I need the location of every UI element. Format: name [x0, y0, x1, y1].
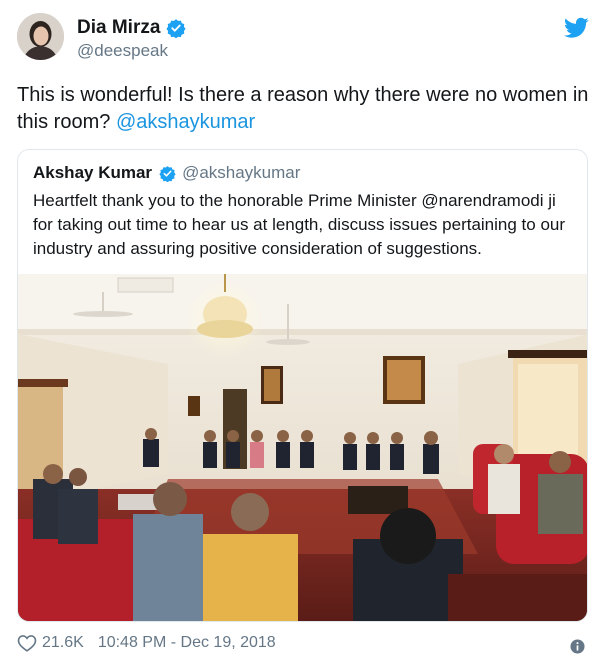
- author-handle[interactable]: @deespeak: [77, 41, 168, 61]
- heart-icon[interactable]: [17, 634, 37, 652]
- avatar-icon: [17, 13, 64, 60]
- verified-badge-icon: [159, 165, 176, 182]
- timestamp[interactable]: 10:48 PM - Dec 19, 2018: [98, 634, 276, 652]
- like-count[interactable]: 21.6K: [42, 634, 84, 652]
- quoted-tweet-card[interactable]: Akshay Kumar @akshaykumar Heartfelt than…: [17, 149, 588, 622]
- avatar[interactable]: [17, 13, 64, 60]
- meeting-room-photo[interactable]: [18, 274, 588, 622]
- tweet-footer: 21.6K 10:48 PM - Dec 19, 2018: [17, 634, 276, 652]
- author-name-row[interactable]: Dia Mirza: [77, 17, 187, 39]
- tweet-body: This is wonderful! Is there a reason why…: [17, 84, 589, 133]
- quoted-text-before: Heartfelt thank you to the honorable Pri…: [33, 191, 417, 210]
- verified-badge-icon: [166, 19, 187, 38]
- quoted-author-name: Akshay Kumar: [33, 163, 153, 182]
- info-icon[interactable]: [570, 639, 585, 654]
- tweet-text: This is wonderful! Is there a reason why…: [17, 82, 592, 136]
- quoted-tweet-text: Heartfelt thank you to the honorable Pri…: [33, 189, 578, 261]
- tweet-mention-link[interactable]: @akshaykumar: [116, 111, 255, 133]
- quoted-author-handle: @akshaykumar: [182, 163, 301, 182]
- twitter-bird-icon[interactable]: [564, 17, 589, 39]
- quoted-mention: @narendramodi: [421, 191, 544, 210]
- author-name[interactable]: Dia Mirza: [77, 17, 160, 39]
- quoted-tweet-header: Akshay Kumar @akshaykumar: [33, 163, 300, 183]
